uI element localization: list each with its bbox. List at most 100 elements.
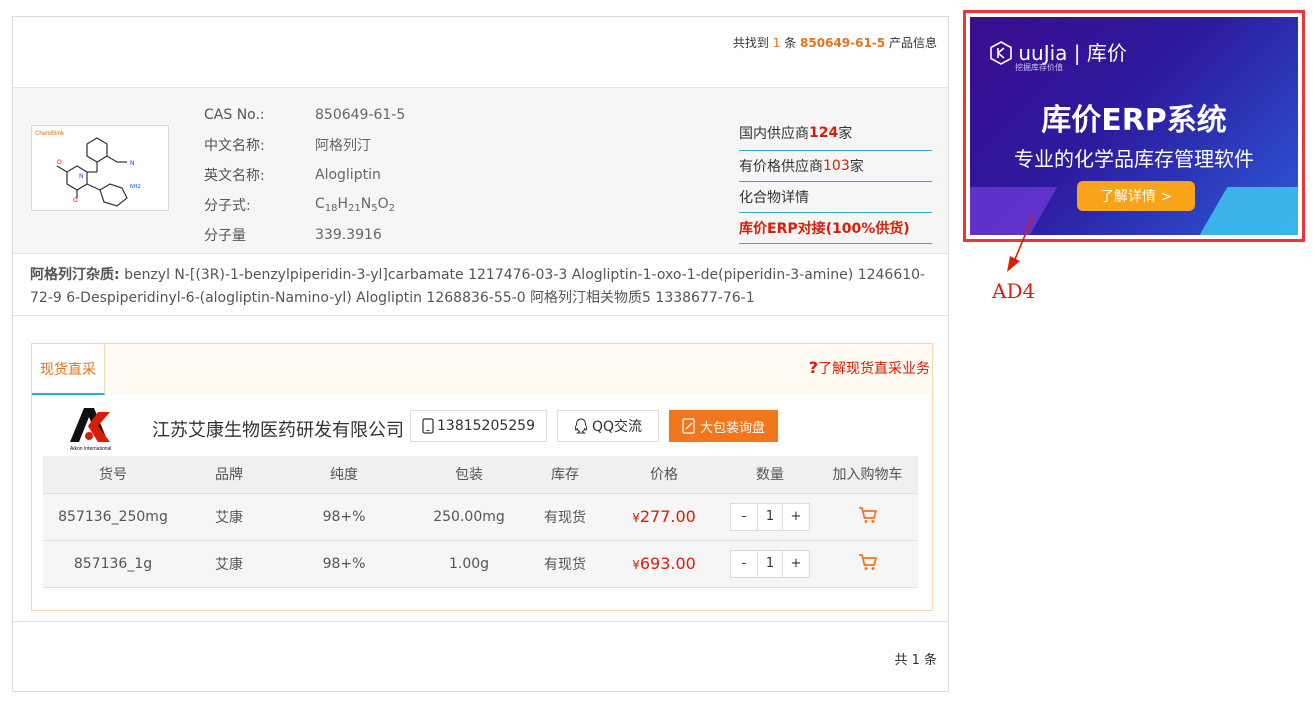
kujia-logo-icon	[990, 41, 1012, 65]
company-name[interactable]: 江苏艾康生物医药研发有限公司	[152, 416, 404, 442]
result-suffix: 产品信息	[888, 36, 937, 50]
n-atom-label: N	[79, 173, 84, 180]
result-prefix: 共找到	[732, 36, 769, 50]
question-icon: ?	[808, 358, 818, 377]
field-label: 英文名称:	[204, 168, 265, 184]
col-pack: 包装	[413, 456, 525, 493]
supplier-links: 国内供应商 124 家 有价格供应商 103 家 化合物详情 库价ERP对接(100%供…	[739, 116, 932, 244]
company-logo[interactable]: Aikon International	[68, 406, 128, 452]
ad-title: 库价ERP系统	[1041, 103, 1227, 138]
compound-fields: CAS No.: 850649-61-5 中文名称: 阿格列汀 英文名称: Al…	[204, 100, 405, 250]
cell-cart	[817, 539, 918, 588]
field-label: 分子量	[204, 228, 246, 244]
compound-info: ChemBlink N N O O NH2 CAS No.: 850649-61…	[13, 87, 948, 254]
spot-help-link[interactable]: ?了解现货直采业务	[809, 358, 930, 378]
priced-suppliers-link[interactable]: 有价格供应商 103 家	[739, 151, 932, 182]
field-cas: CAS No.: 850649-61-5	[204, 100, 405, 130]
company-logo-text: Aikon International	[70, 446, 111, 452]
o-atom-label: O	[57, 159, 62, 166]
qq-icon	[574, 418, 588, 434]
decrement-button[interactable]: -	[731, 504, 757, 530]
field-value: 阿格列汀	[315, 138, 371, 154]
col-brand: 品牌	[183, 456, 275, 493]
increment-button[interactable]: +	[783, 551, 809, 577]
quantity-input[interactable]: 1	[757, 550, 783, 577]
impurity-list: 阿格列汀杂质: benzyl N-[(3R)-1-benzylpiperidin…	[30, 264, 935, 310]
field-value: 339.3916	[315, 227, 382, 243]
cell-price: ¥693.00	[605, 539, 723, 588]
quantity-stepper: - 1 +	[730, 549, 810, 578]
total-count: 共 1 条	[894, 653, 937, 668]
field-label: 分子式:	[204, 198, 251, 214]
phone-button[interactable]: 13815205259	[410, 410, 547, 442]
cell-quantity: - 1 +	[723, 492, 817, 540]
decrement-button[interactable]: -	[731, 551, 757, 577]
field-chinese-name: 中文名称: 阿格列汀	[204, 130, 405, 160]
n-atom-label: N	[130, 160, 135, 167]
qq-chat-button[interactable]: QQ交流	[557, 410, 659, 442]
divider	[13, 315, 948, 316]
impurity-items[interactable]: benzyl N-[(3R)-1-benzylpiperidin-3-yl]ca…	[30, 267, 925, 306]
cell-cart	[817, 492, 918, 540]
table-header: 货号 品牌 纯度 包装 库存 价格 数量 加入购物车	[43, 456, 918, 493]
erp-link[interactable]: 库价ERP对接(100%供货)	[739, 213, 932, 244]
cell-quantity: - 1 +	[723, 539, 817, 588]
cell-purity: 98+%	[275, 492, 413, 540]
ad-brand-tagline: 挖掘库存价值	[1015, 63, 1063, 72]
result-count: 1	[772, 36, 781, 50]
ad-decoration	[1192, 187, 1298, 235]
ad-banner[interactable]: uuJia | 库价 挖掘库存价值 库价ERP系统 专业的化学品库存管理软件 了…	[970, 17, 1298, 235]
ad-banner-frame: uuJia | 库价 挖掘库存价值 库价ERP系统 专业的化学品库存管理软件 了…	[963, 10, 1305, 242]
result-cas: 850649-61-5	[800, 36, 886, 50]
cell-brand: 艾康	[183, 492, 275, 540]
col-price: 价格	[605, 456, 723, 493]
supplier-row: Aikon International 江苏艾康生物医药研发有限公司 13815…	[32, 404, 932, 458]
field-formula: 分子式: C18H21N5O2	[204, 190, 405, 220]
product-panel: 共找到 1 条 850649-61-5 产品信息 ChemBlink N N O…	[12, 16, 949, 692]
cell-pack: 1.00g	[413, 539, 525, 588]
cell-price: ¥277.00	[605, 492, 723, 540]
ad-learn-more-button[interactable]: 了解详情 >	[1077, 181, 1195, 211]
field-label: CAS No.:	[204, 107, 265, 123]
cell-stock: 有现货	[525, 539, 605, 588]
structure-logo: ChemBlink	[35, 131, 65, 137]
cell-sku: 857136_1g	[43, 539, 183, 588]
compound-details-link[interactable]: 化合物详情	[739, 182, 932, 213]
quantity-input[interactable]: 1	[757, 503, 783, 530]
cell-brand: 艾康	[183, 539, 275, 588]
table-row: 857136_1g 艾康 98+% 1.00g 有现货 ¥693.00 - 1 …	[43, 539, 918, 588]
field-molecular-weight: 分子量 339.3916	[204, 220, 405, 250]
col-add-to-cart: 加入购物车	[817, 456, 918, 493]
phone-icon	[422, 418, 434, 434]
o-atom-label: O	[73, 197, 78, 204]
field-label: 中文名称:	[204, 138, 265, 154]
col-purity: 纯度	[275, 456, 413, 493]
table-row: 857136_250mg 艾康 98+% 250.00mg 有现货 ¥277.0…	[43, 492, 918, 540]
field-value: Alogliptin	[315, 167, 381, 183]
edit-document-icon	[682, 418, 695, 434]
ad-label: AD4	[992, 279, 1036, 303]
cart-icon[interactable]	[858, 506, 878, 524]
nh2-label: NH2	[130, 184, 141, 190]
field-english-name: 英文名称: Alogliptin	[204, 160, 405, 190]
increment-button[interactable]: +	[783, 504, 809, 530]
bulk-inquiry-button[interactable]: 大包装询盘	[669, 410, 778, 442]
col-sku: 货号	[43, 456, 183, 493]
cell-purity: 98+%	[275, 539, 413, 588]
col-quantity: 数量	[723, 456, 817, 493]
formula-value: C18H21N5O2	[315, 196, 396, 214]
tab-spot-purchase[interactable]: 现货直采	[32, 344, 105, 395]
quantity-stepper: - 1 +	[730, 502, 810, 531]
domestic-suppliers-link[interactable]: 国内供应商 124 家	[739, 116, 932, 151]
result-summary: 共找到 1 条 850649-61-5 产品信息	[733, 34, 937, 51]
arrow-icon	[1007, 215, 1034, 272]
ad-subtitle: 专业的化学品库存管理软件	[1014, 147, 1254, 171]
field-value: 850649-61-5	[315, 107, 406, 123]
structure-image[interactable]: ChemBlink N N O O NH2	[31, 125, 169, 211]
divider	[13, 621, 948, 622]
impurity-title: 阿格列汀杂质:	[30, 267, 120, 283]
cart-icon[interactable]	[858, 553, 878, 571]
result-unit: 条	[784, 36, 797, 50]
spot-purchase-box: 现货直采 ?了解现货直采业务 Aikon International 江苏艾康生…	[31, 343, 933, 611]
cell-sku: 857136_250mg	[43, 492, 183, 540]
